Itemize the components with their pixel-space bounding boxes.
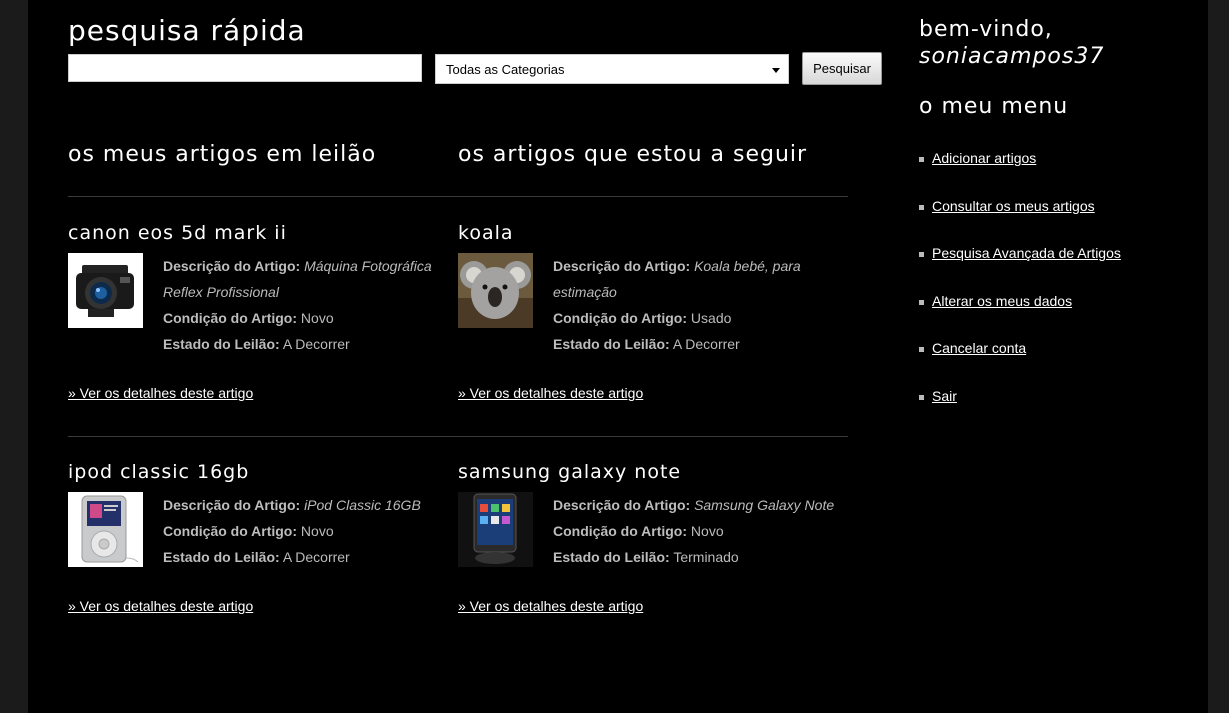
search-button[interactable]: Pesquisar bbox=[802, 52, 882, 85]
bullet-icon bbox=[919, 299, 924, 305]
bullet-icon bbox=[919, 347, 924, 353]
condition-label: Condição do Artigo: bbox=[553, 310, 688, 326]
camera-image[interactable] bbox=[68, 253, 143, 328]
chevron-down-icon bbox=[772, 68, 780, 73]
description-label: Descrição do Artigo: bbox=[163, 258, 301, 274]
item-description: iPod Classic 16GB bbox=[304, 497, 421, 513]
menu-item-cancel-account: Cancelar conta bbox=[919, 340, 1121, 388]
menu-link[interactable]: Alterar os meus dados bbox=[932, 293, 1072, 309]
menu-link[interactable]: Pesquisa Avançada de Artigos bbox=[932, 245, 1121, 261]
description-label: Descrição do Artigo: bbox=[553, 258, 691, 274]
details-link[interactable]: » Ver os detalhes deste artigo bbox=[458, 598, 643, 614]
menu-item-edit-profile: Alterar os meus dados bbox=[919, 293, 1121, 341]
status-label: Estado do Leilão: bbox=[163, 336, 280, 352]
welcome-message: bem-vindo, soniacampos37 bbox=[919, 16, 1104, 70]
bullet-icon bbox=[919, 204, 924, 210]
category-select[interactable]: Todas as Categorias bbox=[435, 54, 789, 84]
status-label: Estado do Leilão: bbox=[553, 549, 670, 565]
item-title[interactable]: koala bbox=[458, 222, 848, 250]
menu-link[interactable]: Cancelar conta bbox=[932, 340, 1026, 356]
condition-label: Condição do Artigo: bbox=[163, 310, 298, 326]
bullet-icon bbox=[919, 252, 924, 258]
condition-label: Condição do Artigo: bbox=[553, 523, 688, 539]
search-input[interactable] bbox=[68, 54, 422, 82]
menu-link[interactable]: Sair bbox=[932, 388, 957, 404]
auction-item: ipod classic 16gb Descrição do Artigo: i… bbox=[68, 461, 458, 616]
auction-item: canon eos 5d mark ii Descrição do Artigo… bbox=[68, 222, 458, 403]
followed-item: koala Descrição do Artigo: Koala bebé, p… bbox=[458, 222, 848, 403]
followed-item: samsung galaxy note Descrição do Artigo:… bbox=[458, 461, 848, 616]
welcome-text: bem-vindo, bbox=[919, 17, 1053, 42]
divider bbox=[68, 436, 848, 437]
item-title[interactable]: canon eos 5d mark ii bbox=[68, 222, 458, 250]
phone-image[interactable] bbox=[458, 492, 533, 567]
menu-link[interactable]: Adicionar artigos bbox=[932, 150, 1036, 166]
status-label: Estado do Leilão: bbox=[553, 336, 670, 352]
bullet-icon bbox=[919, 394, 924, 400]
search-title: pesquisa rápida bbox=[68, 14, 306, 47]
menu-item-my-items: Consultar os meus artigos bbox=[919, 198, 1121, 246]
item-status: A Decorrer bbox=[282, 336, 350, 352]
item-condition: Novo bbox=[300, 523, 334, 539]
username: soniacampos37 bbox=[919, 44, 1105, 69]
item-condition: Novo bbox=[300, 310, 334, 326]
following-heading: os artigos que estou a seguir bbox=[458, 142, 808, 167]
status-label: Estado do Leilão: bbox=[163, 549, 280, 565]
koala-image[interactable] bbox=[458, 253, 533, 328]
divider bbox=[68, 196, 848, 197]
menu-item-advanced-search: Pesquisa Avançada de Artigos bbox=[919, 245, 1121, 293]
menu-item-logout: Sair bbox=[919, 388, 1121, 436]
bullet-icon bbox=[919, 157, 924, 162]
ipod-image[interactable] bbox=[68, 492, 143, 567]
category-select-value: Todas as Categorias bbox=[446, 62, 565, 77]
details-link[interactable]: » Ver os detalhes deste artigo bbox=[68, 385, 253, 401]
menu-link[interactable]: Consultar os meus artigos bbox=[932, 198, 1095, 214]
menu-item-add-items: Adicionar artigos bbox=[919, 150, 1121, 198]
details-link[interactable]: » Ver os detalhes deste artigo bbox=[458, 385, 643, 401]
menu-title: o meu menu bbox=[919, 94, 1069, 119]
item-status: Terminado bbox=[673, 549, 739, 565]
description-label: Descrição do Artigo: bbox=[553, 497, 691, 513]
item-condition: Usado bbox=[690, 310, 732, 326]
condition-label: Condição do Artigo: bbox=[163, 523, 298, 539]
item-title[interactable]: ipod classic 16gb bbox=[68, 461, 458, 489]
item-status: A Decorrer bbox=[282, 549, 350, 565]
my-auctions-heading: os meus artigos em leilão bbox=[68, 142, 377, 167]
description-label: Descrição do Artigo: bbox=[163, 497, 301, 513]
page: pesquisa rápida Todas as Categorias Pesq… bbox=[28, 0, 1208, 713]
item-condition: Novo bbox=[690, 523, 724, 539]
details-link[interactable]: » Ver os detalhes deste artigo bbox=[68, 598, 253, 614]
item-description: Samsung Galaxy Note bbox=[694, 497, 835, 513]
user-menu: Adicionar artigos Consultar os meus arti… bbox=[919, 150, 1121, 436]
item-title[interactable]: samsung galaxy note bbox=[458, 461, 848, 489]
item-status: A Decorrer bbox=[672, 336, 740, 352]
